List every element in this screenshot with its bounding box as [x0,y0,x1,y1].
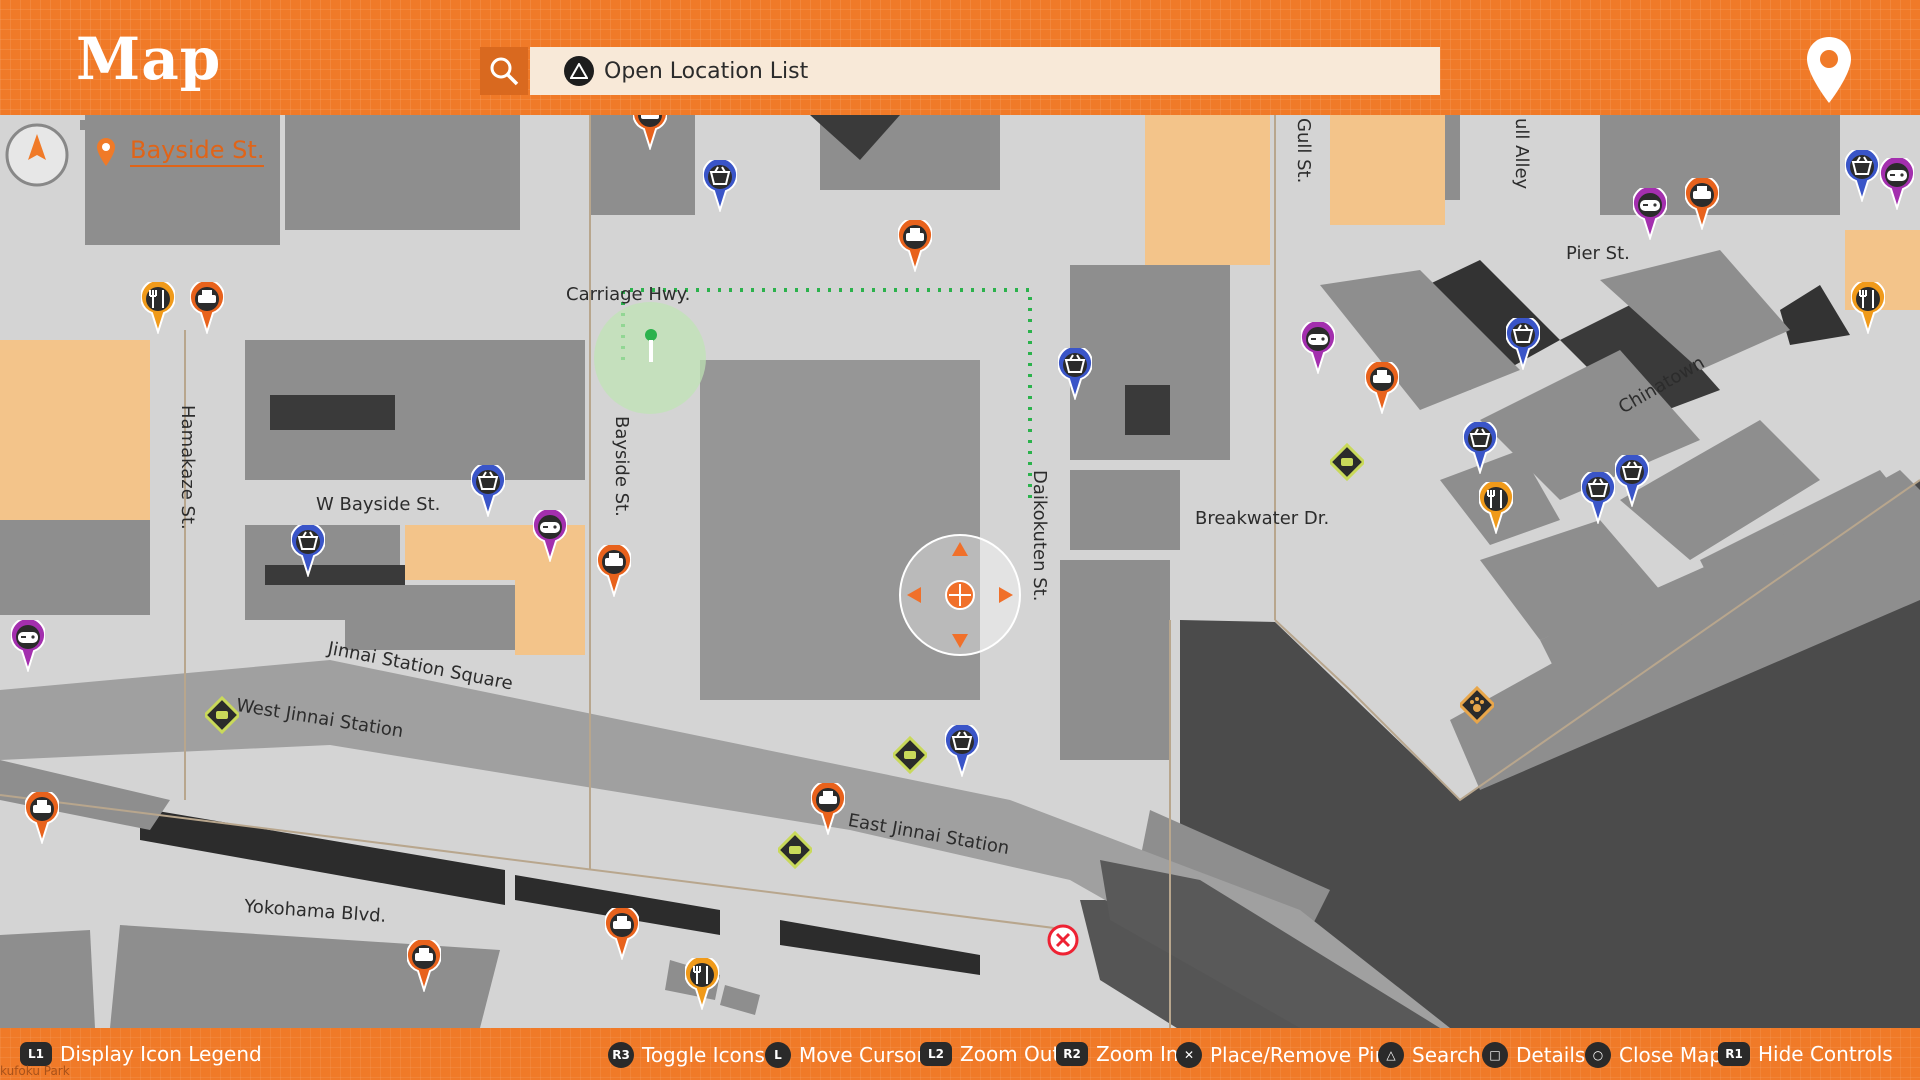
speech-bubble-icon[interactable] [1327,432,1367,484]
paw-icon[interactable] [1457,675,1497,727]
square-button-icon: □ [1482,1042,1508,1068]
speech-bubble-icon[interactable] [775,820,815,872]
fork-knife-icon[interactable] [140,279,176,336]
shop-basket-icon[interactable] [1462,419,1498,476]
route-start [645,329,657,341]
r1-button-icon: R1 [1718,1042,1750,1066]
shop-basket-icon[interactable] [1580,469,1616,526]
control-search[interactable]: △ Search [1378,1042,1481,1068]
control-label: Display Icon Legend [60,1042,262,1066]
l1-button-icon: L1 [20,1042,52,1066]
street-label-pier-st: Pier St. [1566,243,1630,264]
shop-basket-icon[interactable] [1844,147,1880,204]
taxi-icon[interactable] [897,217,933,274]
taxi-icon[interactable] [604,905,640,962]
control-close-map[interactable]: ○ Close Map [1585,1042,1722,1068]
current-location: Bayside St. [96,137,265,167]
l2-button-icon: L2 [920,1042,952,1066]
taxi-icon[interactable] [1364,359,1400,416]
control-label: Toggle Icons [642,1043,765,1067]
header-bar: Map Open Location List [0,0,1920,115]
r2-button-icon: R2 [1056,1042,1088,1066]
current-location-label: Bayside St. [130,137,265,167]
control-hide-controls[interactable]: R1 Hide Controls [1718,1042,1893,1066]
control-move-cursor[interactable]: L Move Cursor [765,1042,925,1068]
control-label: Search [1412,1043,1481,1067]
map-pin-icon[interactable] [1805,35,1853,105]
location-pin-icon [97,138,115,166]
control-details[interactable]: □ Details [1482,1042,1585,1068]
location-search-field[interactable]: Open Location List [530,47,1440,95]
gamepad-icon[interactable] [1879,155,1915,212]
taxi-icon[interactable] [1684,175,1720,232]
search-button[interactable] [480,47,528,95]
gamepad-icon[interactable] [532,507,568,564]
speech-bubble-icon[interactable] [890,725,930,777]
street-label-breakwater-dr: Breakwater Dr. [1195,508,1330,529]
shop-basket-icon[interactable] [470,462,506,519]
control-label: Hide Controls [1758,1042,1893,1066]
r3-button-icon: R3 [608,1042,634,1068]
street-label-gull-st: Gull St. [1293,118,1314,184]
fork-knife-icon[interactable] [1850,279,1886,336]
control-label: Details [1516,1043,1586,1067]
search-placeholder: Open Location List [604,58,809,84]
fork-knife-icon[interactable] [684,955,720,1012]
taxi-icon[interactable] [189,279,225,336]
player-marker [649,340,653,362]
control-toggle-icons[interactable]: R3 Toggle Icons [608,1042,765,1068]
triangle-button-icon [564,56,594,86]
control-label: Zoom In [1096,1042,1179,1066]
street-label-hamakaze-st: Hamakaze St. [177,405,198,530]
street-label-bayside-st: Bayside St. [611,416,632,517]
circle-button-icon: ○ [1585,1042,1611,1068]
control-place-remove-pin[interactable]: ✕ Place/Remove Pin [1176,1042,1387,1068]
fork-knife-icon[interactable] [1478,479,1514,536]
gamepad-icon[interactable] [10,617,46,674]
l-stick-icon: L [765,1042,791,1068]
crosshair-icon[interactable] [897,532,1023,658]
shop-basket-icon[interactable] [290,522,326,579]
taxi-icon[interactable] [596,542,632,599]
control-label: Zoom Out [960,1042,1061,1066]
control-label: Close Map [1619,1043,1723,1067]
control-label: Place/Remove Pin [1210,1043,1388,1067]
shop-basket-icon[interactable] [1505,315,1541,372]
control-display-icon-legend[interactable]: L1 Display Icon Legend [20,1042,262,1066]
shop-basket-icon[interactable] [1057,345,1093,402]
page-title: Map [76,25,222,93]
gamepad-icon[interactable] [1300,319,1336,376]
control-label: Move Cursor [799,1043,925,1067]
street-label-carriage-hwy: Carriage Hwy. [566,284,691,305]
compass-icon [5,123,69,187]
taxi-icon[interactable] [406,937,442,994]
gamepad-icon[interactable] [1632,185,1668,242]
search-icon [490,57,519,86]
street-label-gull-alley: ull Alley [1511,118,1532,190]
taxi-icon[interactable] [24,789,60,846]
shop-basket-icon[interactable] [1614,452,1650,509]
shop-basket-icon[interactable] [944,722,980,779]
speech-bubble-icon[interactable] [202,685,242,737]
street-label-w-bayside-st: W Bayside St. [316,494,441,515]
area-label-kufoku-park: kufoku Park [0,1064,70,1078]
close-circle-icon[interactable] [1047,924,1079,956]
control-zoom-in[interactable]: R2 Zoom In [1056,1042,1179,1066]
triangle-button-icon: △ [1378,1042,1404,1068]
street-label-daikokuten-st: Daikokuten St. [1029,470,1050,602]
taxi-icon[interactable] [810,780,846,837]
cross-button-icon: ✕ [1176,1042,1202,1068]
control-zoom-out[interactable]: L2 Zoom Out [920,1042,1060,1066]
shop-basket-icon[interactable] [702,157,738,214]
